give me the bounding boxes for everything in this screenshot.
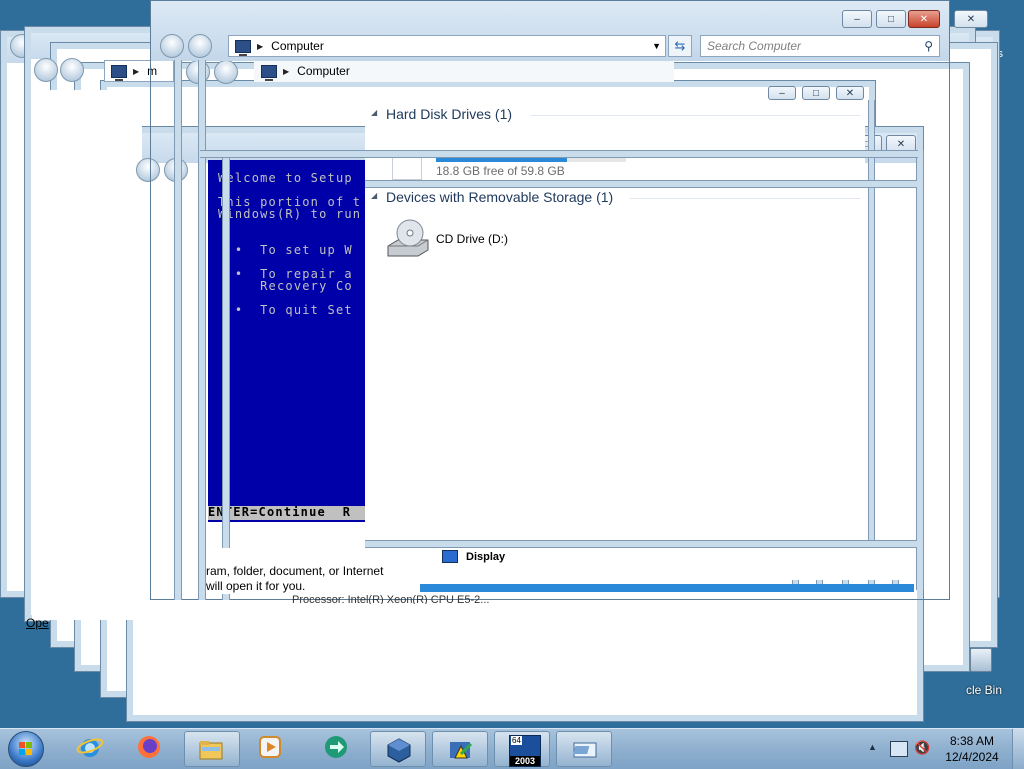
rdp-icon — [573, 742, 597, 758]
setup-line: Recovery Co — [218, 279, 353, 293]
processor-text: Processor: Intel(R) Xeon(R) CPU E5-2... — [292, 594, 490, 604]
group-divider-2 — [630, 198, 860, 199]
cd-drive-label[interactable]: CD Drive (D:) — [436, 232, 508, 246]
ghost-open-label: Ope — [26, 616, 49, 630]
setup-line — [218, 220, 361, 232]
ghost-content — [32, 90, 142, 620]
trail-border — [174, 60, 182, 600]
ie-icon — [76, 738, 104, 757]
trail-border-h — [365, 180, 917, 188]
maximize-button[interactable]: □ — [876, 10, 906, 28]
refresh-button[interactable]: ⇆ — [668, 35, 692, 57]
taskbar-remote-desktop[interactable] — [556, 731, 612, 767]
drive-c-icon[interactable] — [392, 158, 422, 180]
folder-icon — [199, 741, 223, 760]
minimize-button[interactable]: – — [842, 10, 872, 28]
trail-border — [198, 60, 206, 600]
setup-status-bar: ENTER=Continue R — [208, 506, 365, 520]
windows-2003-icon: 64 2003 — [509, 735, 541, 767]
group-collapse-icon[interactable]: ◢ — [371, 108, 377, 117]
taskbar-windows-2003[interactable]: 64 2003 — [494, 731, 550, 767]
clock-date[interactable]: 12/4/2024 — [942, 750, 1002, 764]
address-bar[interactable]: ▶ Computer ▼ — [228, 35, 666, 57]
display-icon — [442, 550, 458, 563]
breadcrumb[interactable]: Computer — [271, 39, 324, 53]
run-dialog-fragment: ram, folder, document, or Internet will … — [206, 548, 420, 594]
start-button[interactable] — [8, 731, 44, 767]
media-player-icon — [259, 736, 281, 758]
taskbar-green-app[interactable] — [316, 729, 356, 769]
taskbar-explorer[interactable] — [184, 731, 240, 767]
setup-line: Welcome to Setup — [218, 171, 353, 185]
group-divider — [530, 115, 860, 116]
group-removable-storage[interactable]: Devices with Removable Storage (1) — [386, 189, 613, 205]
cd-drive-icon[interactable] — [384, 216, 430, 262]
taskbar-task-tool[interactable] — [432, 731, 488, 767]
display-row: Display — [420, 548, 914, 580]
taskbar-virtualbox[interactable] — [370, 731, 426, 767]
search-icon[interactable]: ⚲ — [924, 39, 933, 53]
taskbar-ie[interactable] — [72, 729, 112, 769]
address-dropdown-icon[interactable]: ▼ — [652, 41, 661, 51]
windows-logo-icon — [19, 742, 32, 755]
setup-text: Welcome to Setup This portion of t Windows… — [218, 172, 361, 316]
trail-border-h — [365, 540, 917, 548]
setup-line: Windows(R) to run — [218, 207, 362, 221]
trail-border — [916, 150, 924, 590]
search-input[interactable]: Search Computer ⚲ — [700, 35, 940, 57]
computer-icon — [235, 39, 251, 56]
clock-time[interactable]: 8:38 AM — [942, 734, 1002, 748]
task-tool-icon — [450, 742, 473, 759]
network-icon[interactable] — [890, 741, 908, 757]
group-hard-disk-drives[interactable]: Hard Disk Drives (1) — [386, 106, 512, 122]
drive-usage-bar — [436, 158, 626, 162]
trail-border — [868, 100, 875, 590]
selection-bar — [420, 584, 914, 592]
show-desktop-button[interactable] — [1012, 729, 1024, 769]
setup-line: • To set up W — [218, 243, 353, 257]
trail-border — [222, 150, 230, 600]
taskbar: 64 2003 ▲ 🔇 8:38 AM 12/4/2024 — [0, 728, 1024, 769]
group-collapse-icon-2[interactable]: ◢ — [371, 191, 377, 200]
ghost-close-button: ✕ — [954, 10, 988, 28]
taskbar-media-player[interactable] — [250, 729, 290, 769]
firefox-icon — [138, 736, 160, 758]
trail-border-h — [200, 150, 918, 158]
taskbar-firefox[interactable] — [130, 729, 170, 769]
back-button[interactable] — [160, 34, 184, 58]
recycle-bin-label: cle Bin — [966, 683, 1003, 697]
breadcrumb-arrow-icon[interactable]: ▶ — [257, 42, 263, 51]
setup-line: • To quit Set — [218, 303, 353, 317]
volume-muted-icon[interactable]: 🔇 — [914, 740, 930, 756]
show-hidden-icons-icon[interactable]: ▲ — [868, 742, 877, 752]
setup-screen: Welcome to Setup This portion of t Windows… — [208, 160, 365, 522]
drive-free-space: 18.8 GB free of 59.8 GB — [436, 164, 565, 178]
recycle-bin-icon[interactable] — [970, 648, 992, 672]
virtualbox-icon — [387, 738, 411, 763]
green-app-icon — [325, 736, 347, 758]
close-button[interactable]: ✕ — [908, 10, 940, 28]
forward-button[interactable] — [188, 34, 212, 58]
